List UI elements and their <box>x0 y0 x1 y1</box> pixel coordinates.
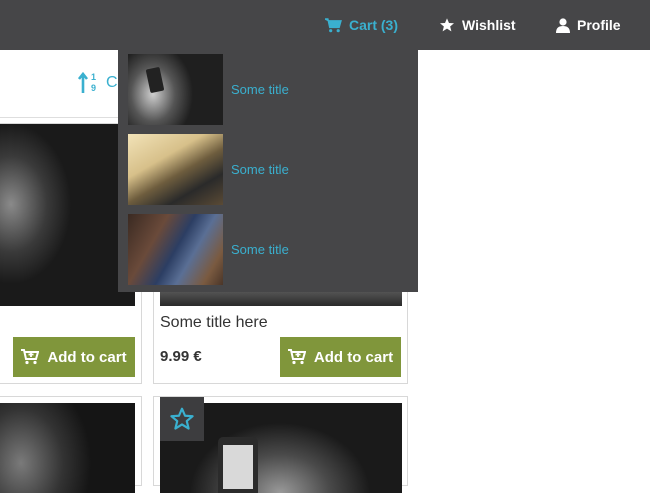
user-icon <box>556 17 570 33</box>
product-price: 9.99 € <box>160 348 202 365</box>
phone-shape <box>218 437 258 493</box>
nav-cart[interactable]: Cart (3) <box>325 0 398 50</box>
cart-item[interactable]: Some title <box>128 54 408 125</box>
cart-label: Cart (3) <box>349 17 399 33</box>
svg-text:1: 1 <box>91 72 96 82</box>
add-to-cart-button[interactable]: Add to cart <box>280 337 401 377</box>
product-title[interactable]: Some title here <box>160 314 268 332</box>
svg-text:9: 9 <box>91 83 96 93</box>
sort-label: C <box>106 74 118 91</box>
product-card <box>153 396 408 493</box>
nav-profile[interactable]: Profile <box>556 0 621 50</box>
sort-numeric-icon: 1 9 <box>78 71 96 93</box>
cart-item-thumbnail <box>128 54 223 125</box>
add-to-cart-label: Add to cart <box>313 348 394 366</box>
star-outline-icon <box>170 407 194 430</box>
product-card <box>0 396 142 493</box>
cart-item[interactable]: Some title <box>128 214 408 285</box>
cart-item-thumbnail <box>128 134 223 205</box>
cart-item-thumbnail <box>128 214 223 285</box>
cart-add-icon <box>287 349 306 365</box>
nav-wishlist[interactable]: Wishlist <box>439 0 516 50</box>
wishlist-label: Wishlist <box>462 17 516 33</box>
profile-label: Profile <box>577 17 621 33</box>
sort-button[interactable]: 1 9 C <box>78 71 118 95</box>
product-image[interactable] <box>0 124 135 306</box>
star-icon <box>440 18 454 32</box>
cart-item-title: Some title <box>231 242 289 257</box>
cart-item-title: Some title <box>231 162 289 177</box>
cart-add-icon <box>21 349 40 365</box>
wishlist-star-button[interactable] <box>160 397 204 441</box>
top-navbar: Cart (3) Wishlist Profile <box>0 0 650 50</box>
add-to-cart-button[interactable]: Add to cart <box>13 337 135 377</box>
add-to-cart-label: Add to cart <box>47 348 127 366</box>
cart-dropdown: Some title Some title Some title <box>118 50 418 292</box>
cart-item-title: Some title <box>231 82 289 97</box>
shopping-cart-icon <box>325 17 342 32</box>
product-image[interactable] <box>0 403 135 493</box>
cart-item[interactable]: Some title <box>128 134 408 205</box>
